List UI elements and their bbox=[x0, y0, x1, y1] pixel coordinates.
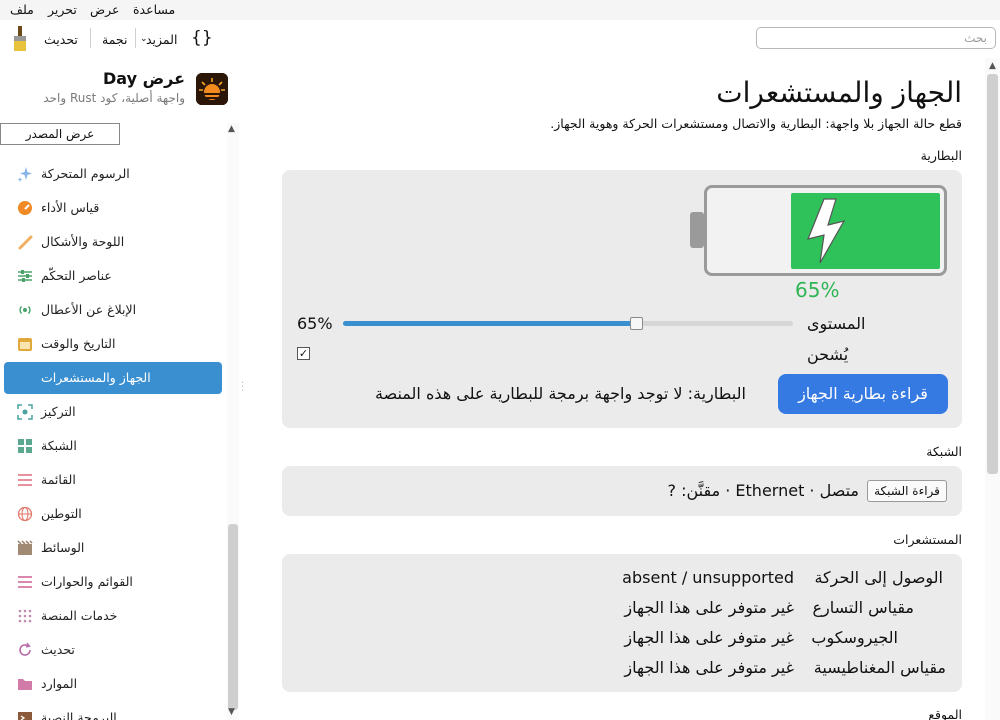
broadcast-icon bbox=[17, 302, 33, 318]
star-button[interactable]: نجمة bbox=[102, 32, 127, 47]
scroll-up-icon[interactable]: ▲ bbox=[228, 124, 235, 134]
sidebar-item-platform-services[interactable]: خدمات المنصة bbox=[4, 600, 222, 632]
refresh-icon bbox=[17, 642, 33, 658]
scroll-down-icon[interactable]: ▼ bbox=[228, 707, 235, 717]
menu-bar: ملف تحرير عرض مساعدة bbox=[0, 0, 1000, 20]
battery-terminal bbox=[690, 212, 704, 248]
film-icon bbox=[17, 540, 33, 556]
scroll-up-icon[interactable]: ▲ bbox=[989, 61, 996, 71]
calendar-icon bbox=[17, 336, 33, 352]
sidebar-item-date-time[interactable]: التاريخ والوقت bbox=[4, 328, 222, 360]
sensors-section-label: المستشعرات bbox=[893, 532, 962, 547]
app-title: عرض Day bbox=[103, 69, 185, 88]
sidebar-item-crash-reporting[interactable]: الإبلاغ عن الأعطال bbox=[4, 294, 222, 326]
network-section-label: الشبكة bbox=[926, 444, 962, 459]
charging-checkbox[interactable]: ✓ bbox=[297, 347, 310, 360]
sensor-name: مقياس المغناطيسية bbox=[813, 658, 946, 677]
network-card bbox=[282, 466, 962, 516]
sensor-value: غير متوفر على هذا الجهاز bbox=[624, 628, 794, 647]
level-slider-fill bbox=[343, 321, 636, 326]
brush-app-icon[interactable] bbox=[11, 26, 29, 52]
level-label: المستوى bbox=[807, 314, 866, 333]
sidebar-item-canvas[interactable]: اللوحة والأشكال bbox=[4, 226, 222, 258]
sidebar-item-animations[interactable]: الرسوم المتحركة bbox=[4, 158, 222, 190]
view-source-button[interactable]: عرض المصدر bbox=[0, 123, 120, 145]
dots-grid-icon bbox=[17, 608, 33, 624]
sensor-value: غير متوفر على هذا الجهاز bbox=[624, 598, 794, 617]
terminal-icon bbox=[17, 710, 33, 720]
page-description: قطع حالة الجهاز بلا واجهة: البطارية والا… bbox=[550, 116, 962, 131]
sidebar-item-focus[interactable]: التركيز bbox=[4, 396, 222, 428]
sidebar-item-menus-dialogs[interactable]: القوائم والحوارات bbox=[4, 566, 222, 598]
refresh-button[interactable]: تحديث bbox=[44, 32, 78, 47]
level-slider-handle[interactable] bbox=[630, 317, 643, 330]
sidebar-item-grid[interactable]: الشبكة bbox=[4, 430, 222, 462]
folder-icon bbox=[17, 676, 33, 692]
sidebar-item-performance[interactable]: قياس الأداء bbox=[4, 192, 222, 224]
sidebar-item-device-sensors[interactable]: الجهاز والمستشعرات bbox=[4, 362, 222, 394]
level-value: 65% bbox=[297, 314, 333, 333]
more-button[interactable]: المزيد bbox=[146, 32, 177, 47]
grid-icon bbox=[17, 438, 33, 454]
sidebar-item-resources[interactable]: الموارد bbox=[4, 668, 222, 700]
device-icon bbox=[17, 370, 33, 386]
code-braces-icon[interactable]: {} bbox=[191, 28, 213, 48]
app-logo-icon bbox=[196, 73, 228, 105]
splitter-grip-icon[interactable]: · · · bbox=[241, 379, 244, 397]
sensor-value: غير متوفر على هذا الجهاز bbox=[624, 658, 794, 677]
sidebar-item-list[interactable]: القائمة bbox=[4, 464, 222, 496]
network-status-text: متصل · Ethernet · مقنَّن: ? bbox=[667, 481, 859, 500]
sensor-name: الجيروسكوب bbox=[811, 628, 898, 647]
toolbar: تحديث نجمة المزيد ⌄ {} bbox=[0, 20, 235, 58]
list-icon bbox=[17, 472, 33, 488]
menu-help[interactable]: مساعدة bbox=[133, 2, 175, 17]
app-subtitle: واجهة أصلية، كود Rust واحد bbox=[43, 91, 185, 105]
sensor-value: absent / unsupported bbox=[622, 568, 794, 587]
brush-icon bbox=[17, 234, 33, 250]
chevron-down-icon: ⌄ bbox=[140, 34, 148, 44]
battery-percent-label: 65% bbox=[795, 278, 840, 302]
menu-file[interactable]: ملف bbox=[10, 2, 34, 17]
sidebar-scrollbar-thumb[interactable] bbox=[228, 524, 238, 710]
sidebar-item-scripting[interactable]: البرمجة النصية bbox=[4, 702, 222, 720]
sidebar-item-refresh[interactable]: تحديث bbox=[4, 634, 222, 666]
sidebar-item-localization[interactable]: التوطين bbox=[4, 498, 222, 530]
location-section-label: الموقع bbox=[928, 707, 962, 720]
gauge-icon bbox=[17, 200, 33, 216]
menu-icon bbox=[17, 574, 33, 590]
battery-section-label: البطارية bbox=[920, 148, 962, 163]
read-network-button[interactable]: قراءة الشبكة bbox=[867, 480, 947, 502]
page-title: الجهاز والمستشعرات bbox=[716, 76, 962, 109]
main-scrollbar-thumb[interactable] bbox=[987, 74, 998, 474]
search-input[interactable] bbox=[756, 27, 996, 49]
sparkles-icon bbox=[17, 166, 33, 182]
menu-view[interactable]: عرض bbox=[90, 2, 119, 17]
sidebar-nav: الرسوم المتحركة قياس الأداء اللوحة والأش… bbox=[0, 123, 226, 720]
sidebar-item-controls[interactable]: عناصر التحكّم bbox=[4, 260, 222, 292]
battery-status-text: البطارية: لا توجد واجهة برمجة للبطارية ع… bbox=[375, 384, 746, 403]
sensor-name: مقياس التسارع bbox=[812, 598, 914, 617]
menu-edit[interactable]: تحرير bbox=[48, 2, 77, 17]
globe-icon bbox=[17, 506, 33, 522]
sensor-name: الوصول إلى الحركة bbox=[814, 568, 943, 587]
read-battery-button[interactable]: قراءة بطارية الجهاز bbox=[778, 374, 948, 414]
sidebar-item-media[interactable]: الوسائط bbox=[4, 532, 222, 564]
focus-icon bbox=[17, 404, 33, 420]
charging-label: يُشحن bbox=[807, 345, 849, 364]
lightning-icon bbox=[806, 197, 846, 265]
toolbar-separator bbox=[135, 28, 136, 48]
toolbar-separator bbox=[90, 28, 91, 48]
sliders-icon bbox=[17, 268, 33, 284]
